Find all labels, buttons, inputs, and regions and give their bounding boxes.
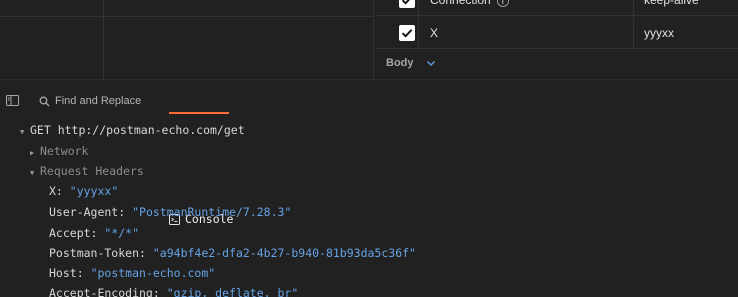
header-value: yyyxx <box>644 26 674 40</box>
console-header-key: Accept-Encoding: <box>49 286 160 297</box>
header-key-text: Connection <box>430 0 491 7</box>
checkmark-icon <box>401 0 410 5</box>
network-section[interactable]: ▶ Network <box>30 141 88 161</box>
console-header-value: "*/*" <box>104 226 140 240</box>
request-line: GET http://postman-echo.com/get <box>30 123 245 137</box>
header-key[interactable]: Connection i <box>430 0 630 16</box>
console-header-value: "a94bf4e2-dfa2-4b27-b940-81b93da5c36f" <box>152 246 416 260</box>
console-header-key: Host: <box>49 266 84 280</box>
expand-triangle-icon: ▼ <box>20 128 25 136</box>
body-section-toggle[interactable]: Body <box>375 49 738 77</box>
middle-panel <box>104 0 374 79</box>
header-enabled-checkbox[interactable] <box>399 0 415 8</box>
collapse-triangle-icon: ▶ <box>30 149 35 157</box>
header-key-text: X <box>430 26 439 40</box>
request-headers-label: Request Headers <box>40 164 144 178</box>
header-value-cell[interactable]: keep-alive <box>633 0 738 16</box>
request-workspace: Connection i keep-alive X yyyxx Body <box>0 0 738 79</box>
console-header-value: "gzip, deflate, br" <box>166 286 299 297</box>
body-label: Body <box>386 57 414 69</box>
sidebar-panel-icon[interactable] <box>6 95 19 106</box>
console-header-value: "PostmanRuntime/7.28.3" <box>132 205 292 219</box>
headers-table: Connection i keep-alive X yyyxx <box>375 0 738 49</box>
search-icon <box>39 96 50 106</box>
checkbox-cell <box>375 0 419 16</box>
divider-line <box>0 16 103 17</box>
info-icon[interactable]: i <box>496 0 509 7</box>
console-header-key: User-Agent: <box>49 205 126 219</box>
console-header-line: User-Agent: "PostmanRuntime/7.28.3" <box>49 202 291 222</box>
console-header-line: Accept: "*/*" <box>49 223 139 243</box>
console-header-line: Accept-Encoding: "gzip, deflate, br" <box>49 283 298 297</box>
pane-divider[interactable] <box>0 79 738 80</box>
tab-find-and-replace[interactable]: Find and Replace <box>39 88 141 114</box>
request-headers-section[interactable]: ▼ Request Headers <box>30 161 144 181</box>
console-header-key: X: <box>49 184 63 198</box>
network-label: Network <box>40 144 89 158</box>
console-header-key: Postman-Token: <box>49 246 146 260</box>
tab-label: Find and Replace <box>55 95 142 107</box>
request-log-entry[interactable]: ▼ GET http://postman-echo.com/get <box>20 120 245 140</box>
console-header-value: "yyyxx" <box>69 184 119 198</box>
console-header-key: Accept: <box>49 226 98 240</box>
active-tab-indicator <box>169 112 229 114</box>
expand-triangle-icon: ▼ <box>30 169 35 177</box>
console-header-line: Postman-Token: "a94bf4e2-dfa2-4b27-b940-… <box>49 243 416 263</box>
console-header-line: X: "yyyxx" <box>49 181 118 201</box>
header-row: Connection i keep-alive <box>375 0 738 16</box>
bottom-pane-tabs: Find and Replace Console <box>0 88 738 226</box>
header-value: keep-alive <box>644 0 699 7</box>
header-value-cell[interactable]: yyyxx <box>633 17 738 49</box>
checkmark-icon <box>401 29 413 38</box>
checkbox-cell <box>375 17 419 49</box>
console-header-line: Host: "postman-echo.com" <box>49 263 215 283</box>
console-header-value: "postman-echo.com" <box>90 266 216 280</box>
header-enabled-checkbox[interactable] <box>399 25 415 41</box>
header-row: X yyyxx <box>375 17 738 49</box>
header-key[interactable]: X <box>430 17 630 49</box>
divider-line <box>104 16 373 17</box>
chevron-down-icon <box>427 61 435 66</box>
left-panel <box>0 0 104 79</box>
